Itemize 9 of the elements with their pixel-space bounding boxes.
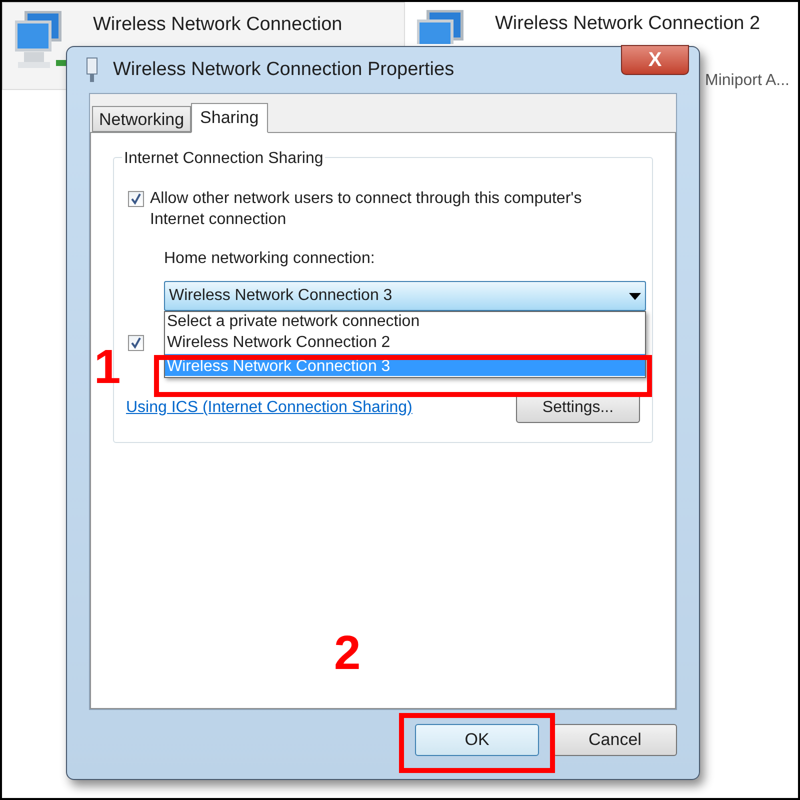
checkbox-label: Allow other network users to connect through this computer's Internet connection [150, 189, 583, 230]
step-number: 2 [334, 630, 361, 678]
connection-name: Wireless Network Connection [93, 13, 342, 37]
field-label: Home networking connection: [164, 249, 376, 269]
step-number: 1 [94, 344, 121, 392]
dropdown-value: Wireless Network Connection 3 [169, 286, 392, 306]
window-title: Wireless Network Connection Properties [113, 58, 454, 82]
connection-name: Wireless Network Connection 2 [495, 12, 762, 36]
adapter-name: Miniport A... [705, 70, 790, 90]
